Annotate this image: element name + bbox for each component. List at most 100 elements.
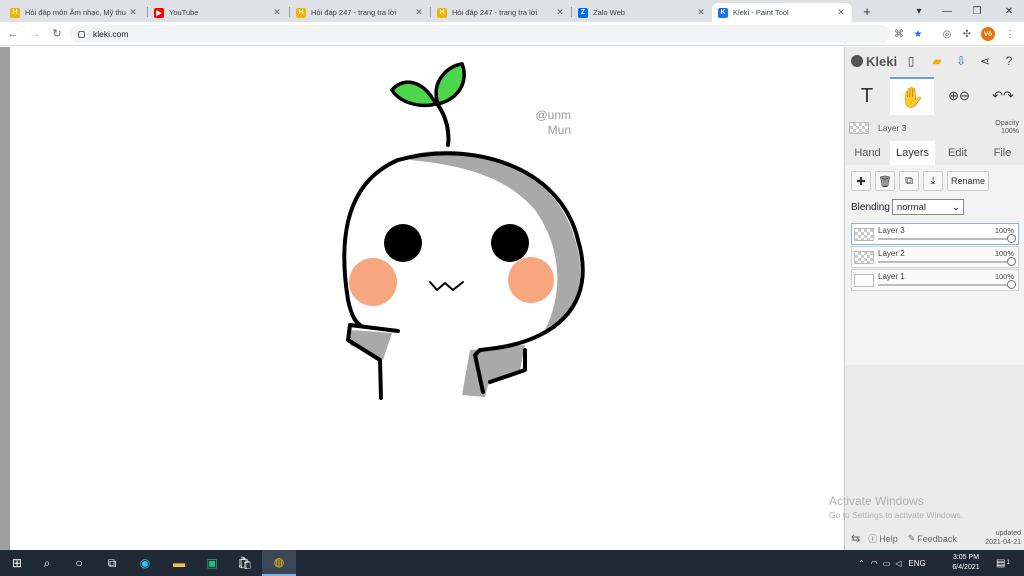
close-tab-icon[interactable]: ✕ xyxy=(128,7,138,18)
new-tab-button[interactable]: + xyxy=(852,0,882,22)
reload-icon[interactable]: ↻ xyxy=(50,27,64,41)
puzzle-icon[interactable]: ✣ xyxy=(960,27,974,41)
system-tray: ⌃ ◠ ▭ ◁ ENG xyxy=(858,550,926,576)
browser-tab[interactable]: H Hỏi đáp 247 - trang tra lời ✕ xyxy=(290,3,430,22)
watermark-line-1: @unm xyxy=(535,108,571,122)
open-folder-icon[interactable]: ▰ xyxy=(929,53,945,69)
minimize-button[interactable]: — xyxy=(932,0,962,22)
new-image-icon[interactable]: ▯ xyxy=(903,53,919,69)
clock-time: 3:05 PM xyxy=(952,554,980,561)
layer-thumbnail xyxy=(849,122,869,134)
close-tab-icon[interactable]: ✕ xyxy=(696,7,706,18)
undo-redo-icon[interactable]: ↶↷ xyxy=(981,77,1024,115)
layer-opacity-slider[interactable] xyxy=(878,257,1016,266)
store-icon[interactable]: 🛍 xyxy=(228,550,262,576)
battery-icon[interactable]: ▭ xyxy=(883,559,891,568)
close-tab-icon[interactable]: ✕ xyxy=(272,7,282,18)
help-icon[interactable]: ? xyxy=(1001,53,1017,69)
slider-knob[interactable] xyxy=(1007,280,1016,289)
browser-tab[interactable]: ▶ YouTube ✕ xyxy=(148,3,288,22)
feedback-icon[interactable]: ✎ xyxy=(908,533,916,544)
extension-icon[interactable]: ◎ xyxy=(940,27,954,41)
watermark-text: @unm Mun xyxy=(531,108,571,138)
close-tab-icon[interactable]: ✕ xyxy=(555,7,565,18)
delete-layer-button[interactable]: 🗑 xyxy=(875,171,895,191)
sprout-stem xyxy=(436,103,451,147)
edge-icon[interactable]: ◉ xyxy=(128,550,162,576)
language-indicator[interactable]: ENG xyxy=(908,559,925,568)
sprout-leaf-right xyxy=(434,62,466,107)
layer-opacity-slider[interactable] xyxy=(878,234,1016,243)
maximize-button[interactable]: ❐ xyxy=(962,0,992,22)
watermark-line-2: Mun xyxy=(547,123,571,137)
opacity-readout: Opacity 100% xyxy=(995,120,1019,136)
close-window-button[interactable]: ✕ xyxy=(994,0,1024,22)
hoidap-icon: H xyxy=(296,7,306,18)
layer-item[interactable]: Layer 1 100% xyxy=(851,269,1019,291)
address-bar[interactable]: kleki.com xyxy=(70,25,890,43)
browser-tab[interactable]: Z Zalo Web ✕ xyxy=(572,3,712,22)
help-circle-icon[interactable]: ⓘ xyxy=(868,532,877,545)
rename-button[interactable]: Rename xyxy=(947,171,989,191)
merge-layer-button[interactable]: ⤓ xyxy=(923,171,943,191)
clock[interactable]: 3:05 PM 6/4/2021 xyxy=(944,553,988,573)
help-link[interactable]: Help xyxy=(879,534,898,544)
start-menu-icon[interactable]: ⊞ xyxy=(0,550,34,576)
chevron-up-icon[interactable]: ⌃ xyxy=(858,559,865,568)
app-icon[interactable]: ▣ xyxy=(195,550,229,576)
panel-header: Kleki ▯ ▰ ⇩ ⋖ ? xyxy=(845,47,1024,75)
forward-icon[interactable]: → xyxy=(28,27,42,41)
left-eye xyxy=(384,224,422,262)
zoom-icon[interactable]: ⊕⊖ xyxy=(937,77,981,115)
cortana-icon[interactable]: ○ xyxy=(62,550,96,576)
browser-menu-icon[interactable]: ⋮ xyxy=(1003,27,1017,41)
volume-icon[interactable]: ◁ xyxy=(895,559,901,568)
back-icon[interactable]: ← xyxy=(6,27,20,41)
duplicate-layer-button[interactable]: ⧉ xyxy=(899,171,919,191)
task-view-icon[interactable]: ⧉ xyxy=(95,550,129,576)
tab-layers[interactable]: Layers xyxy=(890,141,935,165)
search-icon[interactable]: ⌕ xyxy=(30,550,64,576)
wifi-icon[interactable]: ◠ xyxy=(871,559,878,568)
swap-icon[interactable]: ⇆ xyxy=(851,532,860,545)
slider-knob[interactable] xyxy=(1007,257,1016,266)
notification-center-icon[interactable]: ▤ 1 xyxy=(996,550,1010,576)
tab-edit[interactable]: Edit xyxy=(935,141,980,165)
profile-avatar[interactable]: Võ xyxy=(981,27,995,41)
layer-item[interactable]: Layer 2 100% xyxy=(851,246,1019,268)
layer-opacity-slider[interactable] xyxy=(878,280,1016,289)
windows-taskbar: ⊞ ⌕ ○ ⧉ ◉ ▬ ▣ 🛍 ◍ ⌃ ◠ ▭ ◁ ENG 3:05 PM 6/… xyxy=(0,550,1024,576)
chrome-icon[interactable]: ◍ xyxy=(262,550,296,576)
sprout-leaf-left xyxy=(389,80,439,108)
kleki-logo-icon xyxy=(851,55,863,67)
hoidap-icon: H xyxy=(437,7,447,18)
tab-hand[interactable]: Hand xyxy=(845,141,890,165)
translate-icon[interactable]: ⌘ xyxy=(892,27,906,41)
kleki-logo[interactable]: Kleki xyxy=(851,54,897,69)
layer-item[interactable]: Layer 3 100% xyxy=(851,223,1019,245)
close-tab-icon[interactable]: ✕ xyxy=(414,7,424,18)
blending-select[interactable]: normal ⌄ xyxy=(891,199,964,215)
tab-search-icon[interactable]: ▾ xyxy=(904,0,934,22)
browser-tab-active[interactable]: K Kleki - Paint Tool ✕ xyxy=(712,3,852,22)
panel-footer: ⇆ ⓘ Help ✎ Feedback updated 2021-04-21 xyxy=(845,527,1024,550)
browser-tab[interactable]: H Hỏi đáp môn Âm nhạc, Mỹ thu ✕ xyxy=(4,3,144,22)
share-icon[interactable]: ⋖ xyxy=(977,53,993,69)
tab-title: Hỏi đáp 247 - trang tra lời xyxy=(311,8,397,17)
drawing-canvas[interactable] xyxy=(10,47,844,550)
feedback-link[interactable]: Feedback xyxy=(917,534,957,544)
bookmark-star-icon[interactable]: ★ xyxy=(911,27,925,41)
layer-name: Layer 3 xyxy=(878,226,905,235)
slider-knob[interactable] xyxy=(1007,234,1016,243)
mouth xyxy=(429,281,464,291)
download-icon[interactable]: ⇩ xyxy=(953,53,969,69)
browser-tab[interactable]: H Hỏi đáp 247 - trang tra lời ✕ xyxy=(431,3,571,22)
add-layer-button[interactable]: ✚ xyxy=(851,171,871,191)
text-tool-icon[interactable]: T xyxy=(845,77,889,115)
tab-file[interactable]: File xyxy=(980,141,1024,165)
close-tab-icon[interactable]: ✕ xyxy=(836,7,846,18)
activate-windows-watermark: Activate Windows Go to Settings to activ… xyxy=(829,494,963,520)
chevron-down-icon: ⌄ xyxy=(951,201,960,213)
file-explorer-icon[interactable]: ▬ xyxy=(162,550,196,576)
hand-tool-icon[interactable]: ✋ xyxy=(890,77,934,115)
